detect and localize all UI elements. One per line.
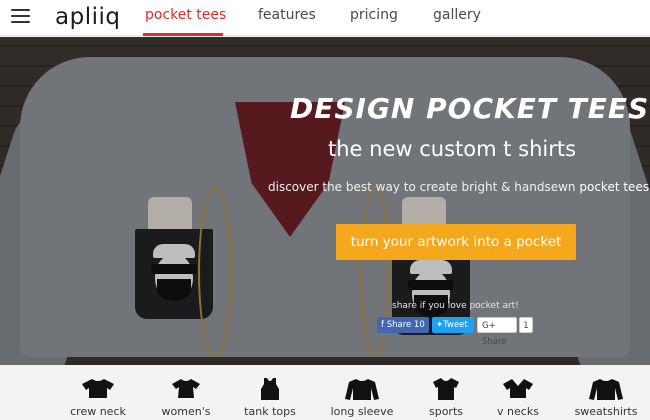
category-label: women's — [161, 405, 211, 418]
top-nav: apliiq pocket tees features pricing gall… — [0, 0, 650, 36]
logo[interactable]: apliiq — [55, 4, 120, 30]
category-v-necks[interactable]: v necks — [486, 365, 550, 420]
twitter-tweet-button[interactable]: ✦Tweet — [432, 317, 474, 333]
category-bar: crew neck women's tank tops long sleeve … — [0, 365, 650, 420]
nav-features[interactable]: features — [258, 7, 316, 23]
facebook-share-label: Share 10 — [386, 320, 425, 330]
hamburger-menu-icon[interactable] — [11, 9, 30, 24]
category-label: sports — [428, 405, 463, 418]
v-neck-shirt-icon — [503, 379, 533, 398]
hero-description: discover the best way to create bright &… — [268, 180, 650, 194]
category-label: sweatshirts — [574, 405, 638, 418]
active-nav-underline — [143, 33, 223, 36]
hero-subtitle: the new custom t shirts — [328, 137, 577, 161]
nav-pricing[interactable]: pricing — [350, 7, 398, 23]
nav-pocket-tees[interactable]: pocket tees — [145, 7, 226, 23]
sweatshirt-icon — [589, 379, 623, 400]
gplus-count: 1 — [519, 317, 533, 333]
category-crew-neck[interactable]: crew neck — [60, 365, 136, 420]
hero-description-text: discover the best way to create bright &… — [268, 180, 576, 194]
hero-title: Design pocket tees — [290, 92, 650, 125]
womens-shirt-icon — [172, 379, 200, 398]
category-label: tank tops — [244, 405, 296, 418]
category-label: crew neck — [70, 405, 126, 418]
nav-gallery[interactable]: gallery — [433, 7, 481, 23]
category-label: long sleeve — [330, 405, 394, 418]
crew-neck-shirt-icon — [82, 379, 114, 398]
category-long-sleeve[interactable]: long sleeve — [322, 365, 402, 420]
hero-overlay — [0, 37, 650, 365]
long-sleeve-shirt-icon — [345, 379, 379, 400]
category-label: v necks — [497, 405, 539, 418]
cta-button[interactable]: turn your artwork into a pocket — [336, 224, 576, 260]
share-prompt: share if you love pocket art! — [392, 301, 519, 311]
tank-top-icon — [261, 378, 279, 400]
category-womens[interactable]: women's — [152, 365, 220, 420]
facebook-share-button[interactable]: f Share 10 — [377, 317, 429, 333]
category-sweatshirts[interactable]: sweatshirts — [566, 365, 646, 420]
hero-banner: Design pocket tees the new custom t shir… — [0, 37, 650, 365]
gplus-share-button[interactable]: G+ Share — [477, 317, 517, 347]
gplus-share-label: Share — [482, 337, 507, 347]
category-sports[interactable]: sports — [414, 365, 478, 420]
category-tank-tops[interactable]: tank tops — [236, 365, 304, 420]
twitter-tweet-label: Tweet — [443, 320, 468, 330]
hero-description-highlight: pocket tees. — [579, 180, 650, 194]
gplus-icon: G+ — [482, 321, 496, 331]
sports-jersey-icon — [433, 378, 459, 400]
